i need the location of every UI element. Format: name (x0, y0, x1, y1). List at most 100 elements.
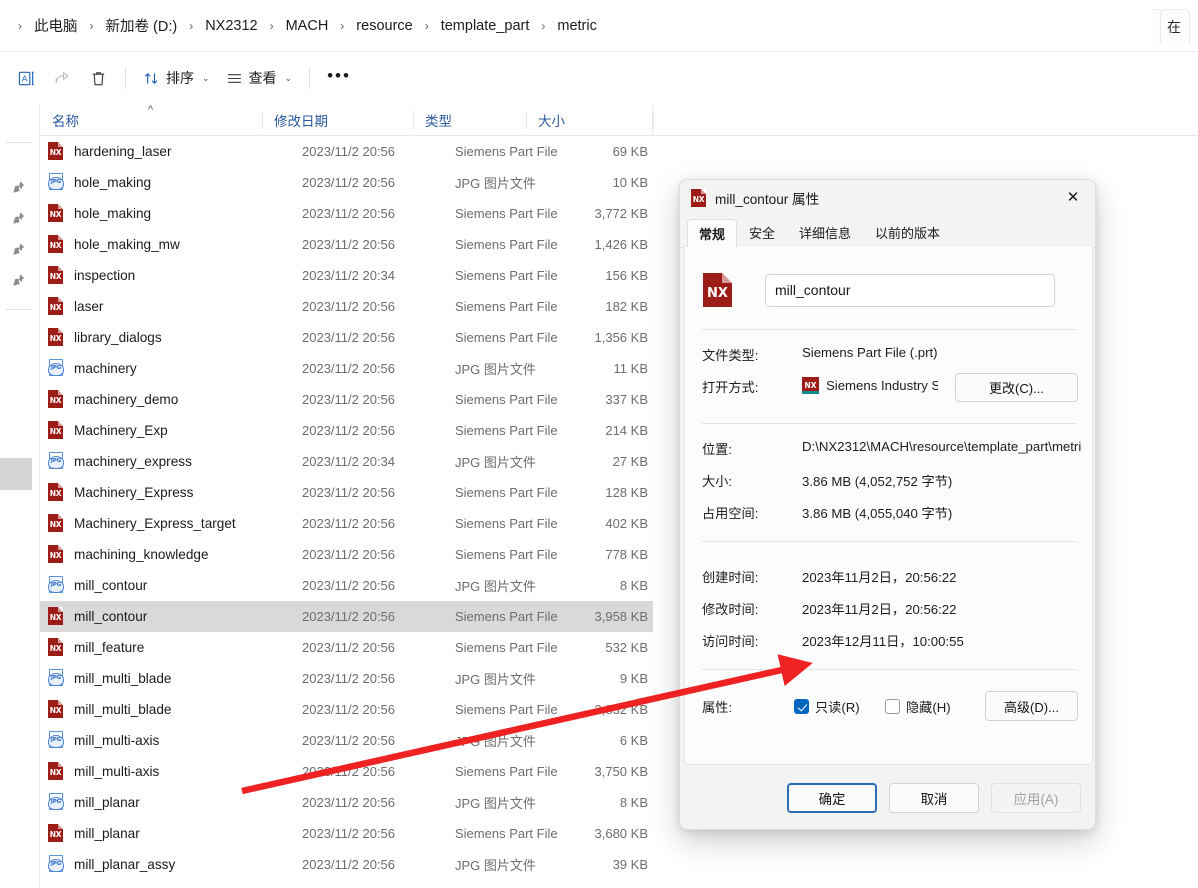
file-size-cell: 27 KB (612, 454, 648, 469)
change-button[interactable]: 更改(C)... (955, 373, 1078, 402)
property-row-sizeondisk: 占用空间: 3.86 MB (4,055,040 字节) (685, 503, 1094, 525)
filename-input[interactable]: mill_contour (765, 273, 1055, 307)
file-size-cell: 532 KB (605, 640, 648, 655)
pin-icon[interactable] (12, 180, 28, 196)
breadcrumb-chevron-icon: › (340, 18, 345, 33)
nx-file-icon: NX (48, 762, 65, 781)
rename-icon: A (18, 71, 34, 85)
pin-icon[interactable] (12, 242, 28, 258)
file-size-cell: 6 KB (619, 733, 648, 748)
breadcrumb-chevron-icon: › (89, 18, 94, 33)
section-divider (702, 329, 1077, 330)
chevron-down-icon: ⌄ (284, 72, 293, 83)
pin-icon[interactable] (12, 273, 28, 289)
breadcrumb-item-4[interactable]: resource (352, 15, 416, 37)
file-name-label: hole_making (74, 175, 152, 190)
file-name-cell: NX hardening_laser (48, 142, 172, 161)
file-size-cell: 1,426 KB (594, 237, 649, 252)
file-name-label: mill_planar (74, 795, 140, 810)
file-size-cell: 11 KB (613, 361, 648, 376)
file-name-cell: JPG mill_contour (48, 576, 147, 595)
nx-app-icon: NX (802, 377, 819, 394)
size-label: 大小: (702, 474, 733, 489)
column-header-date-label: 修改日期 (274, 114, 328, 129)
file-date-cell: 2023/11/2 20:56 (302, 330, 396, 345)
delete-button[interactable] (80, 61, 116, 95)
svg-text:A: A (21, 73, 27, 83)
file-name-label: mill_multi-axis (74, 733, 160, 748)
file-name-cell: JPG mill_multi-axis (48, 731, 159, 750)
property-row-modified: 修改时间: 2023年11月2日，20:56:22 (685, 599, 1094, 621)
nx-icon-text: NX (692, 194, 705, 204)
dialog-title-bar[interactable]: NX mill_contour 属性 (680, 180, 1095, 216)
advanced-button[interactable]: 高级(D)... (985, 691, 1078, 721)
file-type-cell: Siemens Part File (455, 268, 558, 283)
file-name-cell: NX laser (48, 297, 103, 316)
share-button[interactable] (44, 61, 80, 95)
file-size-cell: 3,772 KB (594, 206, 649, 221)
file-name-cell: NX hole_making (48, 204, 151, 223)
view-icon (227, 73, 241, 83)
tab-security[interactable]: 安全 (737, 218, 787, 247)
table-row[interactable]: JPG mill_planar_assy 2023/11/2 20:56 JPG 图片… (40, 849, 1198, 880)
file-type-cell: JPG 图片文件 (455, 455, 536, 470)
breadcrumb-item-5[interactable]: template_part (437, 15, 534, 37)
file-name-label: inspection (74, 268, 136, 283)
file-name-cell: JPG mill_multi_blade (48, 669, 171, 688)
pin-icon[interactable] (12, 211, 28, 227)
sort-button[interactable]: 排序 ⌄ (135, 61, 218, 95)
sort-ascending-icon: ^ (148, 104, 154, 116)
hidden-checkbox[interactable]: 隐藏(H) (885, 697, 951, 716)
navigation-pane-rail (0, 104, 40, 888)
accessed-value: 2023年12月11日，10:00:55 (802, 634, 964, 649)
jpg-file-icon: JPG (48, 855, 65, 874)
table-row[interactable]: NX mill_contour 2023/11/2 20:56 Siemens Par… (40, 601, 653, 632)
toolbar-divider (125, 67, 126, 89)
tab-stub[interactable]: 在 (1160, 9, 1190, 43)
nx-file-icon: NX (48, 142, 65, 161)
nx-file-icon: NX (48, 607, 65, 626)
file-date-cell: 2023/11/2 20:56 (302, 516, 396, 531)
view-button[interactable]: 查看 ⌄ (218, 61, 301, 95)
file-name-label: mill_planar (74, 826, 140, 841)
column-divider[interactable] (653, 111, 654, 129)
attributes-label: 属性: (702, 700, 733, 715)
nx-file-icon: NX (48, 638, 65, 657)
file-type-cell: Siemens Part File (455, 330, 558, 345)
section-divider (702, 423, 1077, 424)
breadcrumb-item-1[interactable]: 新加卷 (D:) (102, 12, 182, 39)
rail-selected-block[interactable] (0, 458, 32, 490)
cancel-button[interactable]: 取消 (889, 783, 979, 813)
close-icon[interactable]: ✕ (1051, 180, 1095, 214)
file-name-label: Machinery_Express (74, 485, 194, 500)
tab-previous-versions[interactable]: 以前的版本 (863, 218, 952, 247)
breadcrumb-item-3[interactable]: MACH (282, 15, 333, 37)
file-date-cell: 2023/11/2 20:56 (302, 299, 396, 314)
table-row[interactable]: NX hardening_laser 2023/11/2 20:56 Siemens … (40, 136, 1198, 167)
file-date-cell: 2023/11/2 20:56 (302, 206, 396, 221)
breadcrumb-item-0[interactable]: 此电脑 (30, 12, 82, 39)
ok-button[interactable]: 确定 (787, 783, 877, 813)
tab-general[interactable]: 常规 (687, 219, 738, 248)
breadcrumb-item-2[interactable]: NX2312 (201, 15, 261, 37)
file-type-cell: JPG 图片文件 (455, 672, 536, 687)
nx-file-icon: NX (48, 421, 65, 440)
breadcrumb-chevron-icon: › (424, 18, 429, 33)
readonly-checkbox[interactable]: 只读(R) (794, 697, 860, 716)
openwith-app: NX Siemens Industry Soft (802, 377, 938, 394)
file-name-cell: NX Machinery_Express_target (48, 514, 236, 533)
file-size-cell: 9 KB (619, 671, 648, 686)
property-row-size: 大小: 3.86 MB (4,052,752 字节) (685, 471, 1094, 493)
file-date-cell: 2023/11/2 20:56 (302, 361, 396, 376)
ellipsis-icon: ••• (327, 65, 351, 85)
tab-partial[interactable] (1152, 9, 1160, 43)
rename-button[interactable]: A (8, 61, 44, 95)
tab-details[interactable]: 详细信息 (787, 218, 863, 247)
file-name-cell: NX machining_knowledge (48, 545, 209, 564)
breadcrumb-item-6[interactable]: metric (553, 15, 600, 37)
file-name-cell: NX (48, 130, 78, 131)
file-size-cell: 182 KB (605, 299, 648, 314)
file-type-cell: Siemens Part File (455, 609, 558, 624)
apply-button[interactable]: 应用(A) (991, 783, 1081, 813)
more-options-button[interactable]: ••• (319, 61, 359, 95)
